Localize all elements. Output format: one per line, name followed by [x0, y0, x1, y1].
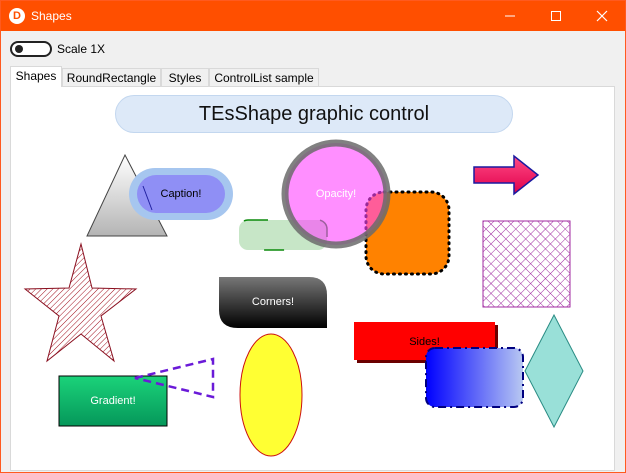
blue-gradient-rect: [425, 347, 524, 408]
opacity-label: Opacity!: [315, 188, 357, 200]
corners-label: Corners!: [251, 296, 295, 308]
caption-label: Caption!: [160, 188, 202, 200]
tab-shapes[interactable]: Shapes: [10, 66, 62, 87]
arrow-shape: [473, 154, 540, 196]
app-window: D Shapes Scale 1X Shapes RoundRectangle …: [0, 0, 626, 473]
diamond-shape: [524, 313, 584, 429]
crosshatch-square: [482, 220, 571, 308]
gradient-label: Gradient!: [90, 395, 136, 407]
yellow-ellipse: [239, 333, 303, 457]
sides-label: Sides!: [409, 336, 440, 348]
header-label: TEsShape graphic control: [115, 95, 513, 133]
star-shape: [23, 242, 138, 363]
